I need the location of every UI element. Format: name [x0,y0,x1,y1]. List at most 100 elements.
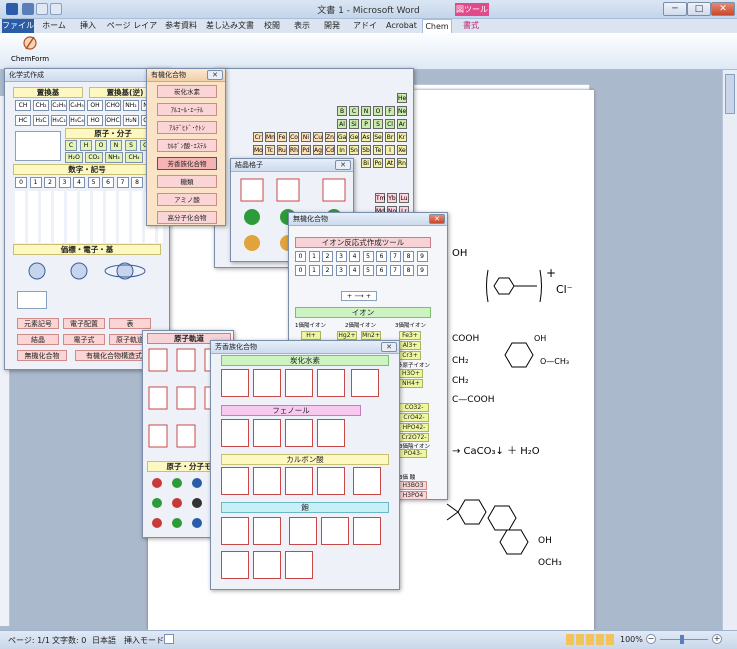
element-cell[interactable]: In [337,145,347,155]
ion-h3o[interactable]: H3O+ [399,369,423,378]
tab-format[interactable]: 書式 [458,19,484,33]
struct-xylene[interactable] [285,369,313,397]
yuki-item[interactable]: 高分子化合物 [157,211,217,224]
ion-number-button[interactable]: 0 [295,251,306,262]
ion-superscript-button[interactable]: 0 [295,265,306,276]
element-cell[interactable]: Cr [253,132,263,142]
view-mode-icons[interactable] [566,634,614,645]
struct-m-xylene[interactable] [317,369,345,397]
tab-references[interactable]: 参考資料 [164,19,198,33]
substituent-button[interactable]: NH₂ [123,100,139,111]
ion-po4[interactable]: PO43- [399,449,427,458]
zoom-out-button[interactable]: − [646,634,656,644]
ion-superscript-button[interactable]: 5 [362,265,374,276]
yuki-close-button[interactable]: ✕ [207,70,223,80]
substituent-button[interactable]: C₂H₅ [51,100,67,111]
status-mode[interactable]: 挿入モード [124,635,164,646]
atom-button[interactable]: C [65,140,77,151]
yuki-item[interactable]: ｱﾙｺｰﾙ･ｴｰﾃﾙ [157,103,217,116]
substituent-rev-button[interactable]: H₂N [123,115,139,126]
ion-hg[interactable]: Hg2+ [337,331,357,340]
tab-home[interactable]: ホーム [40,19,68,33]
btn-table[interactable]: 表 [109,318,151,329]
element-cell[interactable]: F [385,106,395,116]
kessho-close-button[interactable]: ✕ [335,160,351,170]
zoom-in-button[interactable]: + [712,634,722,644]
number-button[interactable]: 7 [116,177,129,188]
tab-developer[interactable]: 開発 [320,19,344,33]
yuki-item[interactable]: 糖類 [157,175,217,188]
number-button[interactable]: 0 [15,177,27,188]
ion-number-button[interactable]: 8 [403,251,414,262]
ion-cro4[interactable]: CrO42- [399,413,429,422]
element-cell[interactable]: Ni [301,132,311,142]
substituent-rev-button[interactable]: H₅C₆ [69,115,85,126]
ion-number-button[interactable]: 1 [308,251,320,262]
element-cell[interactable]: Sn [349,145,359,155]
orbital-symbols[interactable] [15,257,161,287]
substituent-button[interactable]: CH₂ [33,100,49,111]
ion-superscript-button[interactable]: 3 [335,265,347,276]
element-cell[interactable]: Rh [289,145,299,155]
status-language[interactable]: 日本語 [92,635,116,646]
btn-inorganic[interactable]: 無機化合物 [17,350,67,361]
restore-button[interactable]: □ [687,2,711,16]
status-page[interactable]: ページ: 1/1 [8,635,50,646]
element-cell[interactable]: Al [337,119,347,129]
ion-fe3[interactable]: Fe3+ [399,331,421,340]
struct-aniline[interactable] [321,517,349,545]
element-cell[interactable]: Rn [397,158,407,168]
number-button[interactable]: 3 [58,177,71,188]
ion-superscript-button[interactable]: 8 [403,265,414,276]
yuki-item[interactable]: アミノ酸 [157,193,217,206]
element-cell[interactable]: He [397,93,407,103]
tab-file[interactable]: ファイル [2,19,34,33]
molecule-button[interactable]: H₂O [65,152,83,163]
molecule-button[interactable]: CH₄ [125,152,143,163]
number-button[interactable]: 5 [87,177,100,188]
substituent-button[interactable]: CH [15,100,31,111]
tab-acrobat[interactable]: Acrobat [386,19,417,33]
ion-superscript-button[interactable]: 7 [389,265,401,276]
struct-styrene[interactable] [351,369,379,397]
symbol-grid[interactable] [15,191,163,243]
element-cell[interactable]: Si [349,119,359,129]
struct-terephthalic[interactable] [317,467,345,495]
ion-cr2o7[interactable]: Cr2O72- [399,433,429,442]
chemform-button[interactable]: ChemForm [10,35,50,67]
element-cell[interactable]: As [361,132,371,142]
scroll-thumb[interactable] [725,74,735,114]
atom-button[interactable]: S [125,140,137,151]
minimize-button[interactable]: ─ [663,2,687,16]
element-cell[interactable]: Kr [397,132,407,142]
tab-mailings[interactable]: 差し込み文書 [206,19,254,33]
ion-al3[interactable]: Al3+ [399,341,421,350]
ion-number-button[interactable]: 2 [322,251,333,262]
yuki-item[interactable]: ｶﾙﾎﾞﾝ酸･ｴｽﾃﾙ [157,139,217,152]
element-cell[interactable]: S [373,119,383,129]
atom-button[interactable]: O [95,140,107,151]
ion-cr3[interactable]: Cr3+ [399,351,421,360]
yuki-item[interactable]: 炭化水素 [157,85,217,98]
element-cell[interactable]: N [361,106,371,116]
substituent-button[interactable]: OH [87,100,103,111]
substituent-rev-button[interactable]: HC [15,115,31,126]
ion-number-button[interactable]: 6 [376,251,387,262]
btn-electron-formula[interactable]: 電子式 [63,334,105,345]
element-cell[interactable]: Br [385,132,395,142]
tab-chem[interactable]: Chem [422,19,452,33]
yuki-item[interactable]: ｱﾙﾃﾞﾋﾄﾞ･ｹﾄﾝ [157,121,217,134]
element-cell[interactable]: B [337,106,347,116]
molecule-button[interactable]: CO₂ [85,152,103,163]
acid-h3bo3[interactable]: H3BO3 [399,481,427,490]
struct-salicylic[interactable] [353,467,381,495]
element-cell[interactable]: Ga [337,132,347,142]
element-cell[interactable]: Cd [325,145,335,155]
number-button[interactable]: 4 [73,177,85,188]
tab-review[interactable]: 校閲 [260,19,284,33]
element-cell[interactable]: Mo [253,145,263,155]
substituent-rev-button[interactable]: H₅C₂ [51,115,67,126]
substituent-button[interactable]: C₆H₅ [69,100,85,111]
ion-superscript-button[interactable]: 4 [349,265,360,276]
struct-phthalic[interactable] [253,467,281,495]
